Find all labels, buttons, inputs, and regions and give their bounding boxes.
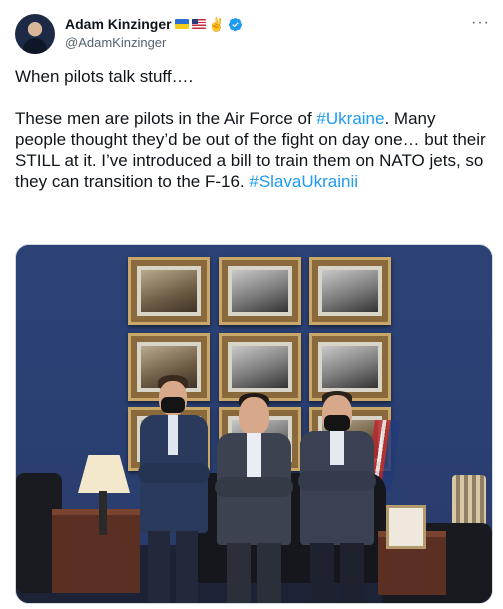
- person-middle: [211, 393, 297, 603]
- ukraine-flag-icon: [174, 19, 189, 29]
- tweet-body: These men are pilots in the Air Force of…: [15, 108, 490, 192]
- side-table: [52, 509, 140, 593]
- usa-flag-icon: [191, 19, 206, 29]
- tweet-header: Adam Kinzinger ✌️ @AdamKinzinger ···: [15, 12, 490, 56]
- painting-frame: [219, 257, 301, 325]
- tweet-photo[interactable]: [15, 244, 493, 604]
- avatar[interactable]: [15, 14, 55, 54]
- person-right: [294, 391, 380, 603]
- author-name[interactable]: Adam Kinzinger: [65, 16, 172, 32]
- tweet-line-1: When pilots talk stuff….: [15, 67, 194, 86]
- painting-frame: [128, 257, 210, 325]
- verified-badge-icon: [228, 17, 242, 31]
- hashtag-ukraine[interactable]: #Ukraine: [316, 109, 384, 128]
- painting-frame: [309, 257, 391, 325]
- small-picture-frame: [386, 505, 426, 549]
- hashtag-slava-ukrainii[interactable]: #SlavaUkrainii: [249, 172, 358, 191]
- author-handle[interactable]: @AdamKinzinger: [65, 35, 166, 50]
- body-text-1: These men are pilots in the Air Force of: [15, 109, 317, 128]
- victory-hand-icon: ✌️: [208, 16, 225, 32]
- author-row: Adam Kinzinger ✌️: [65, 16, 243, 32]
- person-left: [134, 375, 214, 603]
- lamp-stand: [99, 491, 107, 535]
- tweet-text: When pilots talk stuff…. These men are p…: [15, 66, 490, 192]
- painting-frame: [219, 333, 301, 401]
- more-options-icon[interactable]: ···: [471, 14, 490, 32]
